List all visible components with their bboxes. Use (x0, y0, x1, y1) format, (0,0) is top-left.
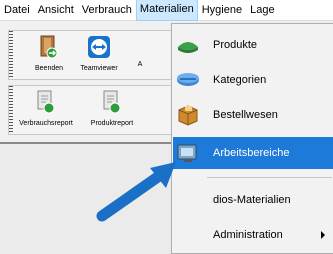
menu-bar: Datei Ansicht Verbrauch Materialien Hygi… (0, 0, 333, 21)
teamviewer-label: Teamviewer (80, 65, 118, 72)
workspace-icon (177, 144, 197, 162)
menu-hygiene[interactable]: Hygiene (198, 0, 246, 20)
verbrauchsreport-label: Verbrauchsreport (19, 120, 73, 127)
menu-verbrauch[interactable]: Verbrauch (78, 0, 136, 20)
report-icon (103, 90, 121, 114)
menu-item-kategorien[interactable]: Kategorien (173, 64, 333, 96)
toolbar-main: Beenden Teamviewer A (8, 30, 185, 80)
menu-item-bestellwesen[interactable]: Bestellwesen (173, 99, 333, 131)
toolbar-reports: Verbrauchsreport Produktreport (8, 85, 185, 135)
order-box-icon (178, 105, 198, 126)
menu-item-bestellwesen-label: Bestellwesen (213, 109, 278, 121)
teamviewer-button[interactable]: Teamviewer (71, 35, 127, 72)
truncated-button[interactable]: A (135, 61, 145, 68)
teamviewer-icon (88, 36, 110, 58)
menu-item-administration-label: Administration (213, 229, 283, 241)
menu-item-produkte[interactable]: Produkte (173, 29, 333, 61)
menu-item-arbeitsbereiche-label: Arbeitsbereiche (213, 147, 290, 159)
menu-materialien[interactable]: Materialien (135, 0, 198, 21)
menu-separator (207, 177, 332, 178)
materialien-dropdown: Produkte Kategorien Bestellwesen Arbeits… (171, 23, 333, 254)
produktreport-label: Produktreport (90, 120, 134, 127)
menu-ansicht[interactable]: Ansicht (34, 0, 78, 20)
beenden-button[interactable]: Beenden (29, 35, 69, 72)
menu-item-arbeitsbereiche[interactable]: Arbeitsbereiche (173, 137, 333, 169)
categories-icon (177, 73, 199, 86)
produktreport-button[interactable]: Produktreport (81, 90, 143, 127)
report-icon (37, 90, 55, 114)
truncated-label: A (137, 61, 143, 68)
menu-item-dios-materialien-label: dios-Materialien (213, 194, 291, 206)
menu-lage[interactable]: Lage (246, 0, 278, 20)
products-icon (178, 42, 198, 53)
submenu-arrow-icon (321, 231, 325, 239)
beenden-label: Beenden (34, 65, 64, 72)
menu-item-produkte-label: Produkte (213, 39, 258, 51)
menu-item-administration[interactable]: Administration (173, 219, 333, 251)
menu-item-kategorien-label: Kategorien (213, 74, 267, 86)
verbrauchsreport-button[interactable]: Verbrauchsreport (13, 90, 79, 127)
menu-datei[interactable]: Datei (0, 0, 34, 20)
menu-item-dios-materialien[interactable]: dios-Materialien (173, 184, 333, 216)
exit-door-icon (40, 35, 58, 59)
toolbar-grip[interactable] (9, 31, 13, 79)
